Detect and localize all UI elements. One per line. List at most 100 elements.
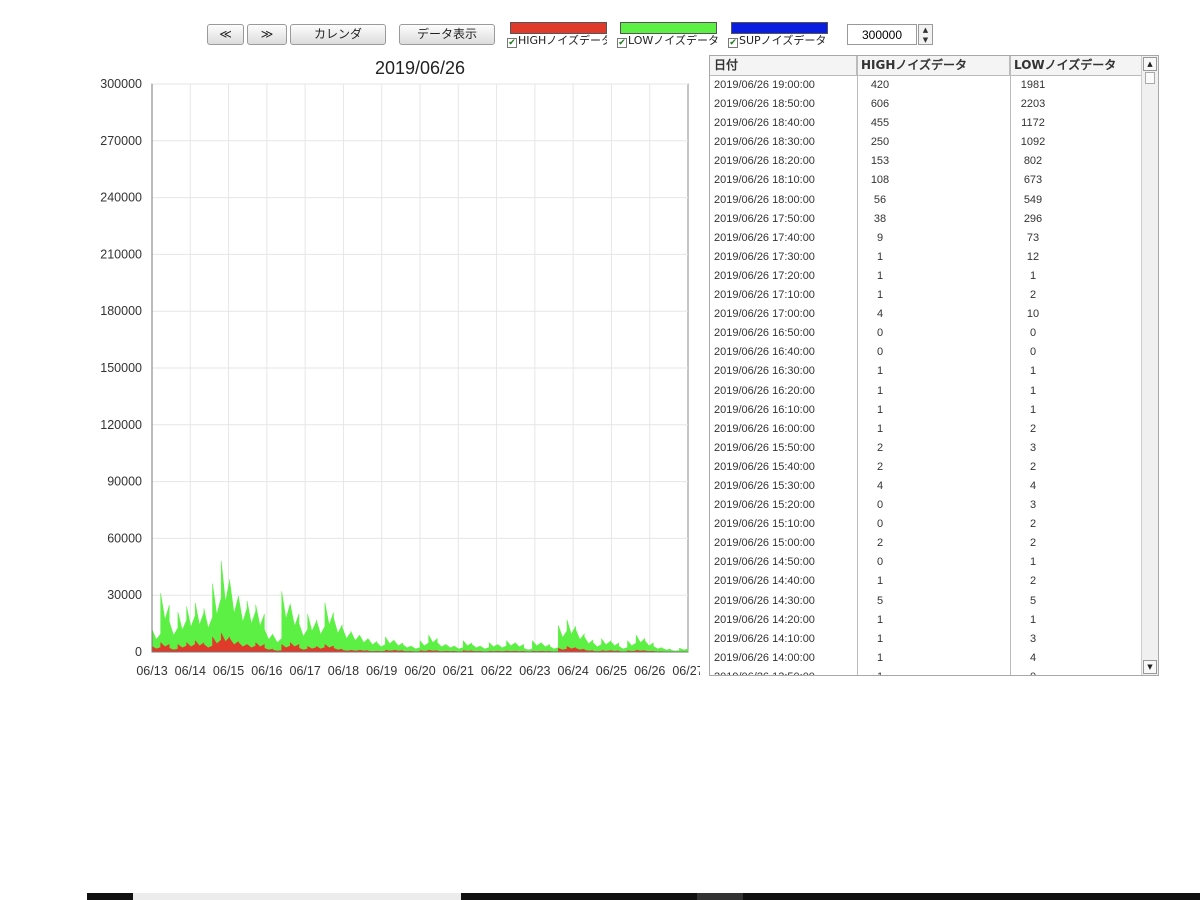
x-tick-label: 06/13 bbox=[136, 664, 167, 678]
stepper-buttons[interactable]: ▲ ▼ bbox=[918, 24, 933, 45]
low-noise-cell: 1 bbox=[1029, 384, 1037, 397]
data-table[interactable]: 日付 HIGHノイズデータ LOWノイズデータ 2019/06/26 19:00… bbox=[709, 55, 1159, 676]
date-cell: 2019/06/26 16:20:00 bbox=[714, 384, 815, 397]
date-cell: 2019/06/26 17:30:00 bbox=[714, 250, 815, 263]
low-noise-cell: 3 bbox=[1029, 632, 1037, 645]
scroll-up-icon[interactable]: ▲ bbox=[1143, 57, 1157, 71]
table-body: 2019/06/26 19:00:00 420 1981 2019/06/26 18:… bbox=[710, 76, 1142, 675]
low-noise-cell: 2 bbox=[1029, 422, 1037, 435]
low-noise-cell: 0 bbox=[1013, 668, 1053, 675]
table-scrollbar[interactable]: ▲ ▼ bbox=[1141, 56, 1158, 675]
date-cell: 2019/06/26 14:50:00 bbox=[714, 556, 815, 569]
date-cell: 2019/06/26 17:20:00 bbox=[714, 269, 815, 282]
low-noise-cell: 673 bbox=[1023, 174, 1043, 187]
sup-noise-toggle[interactable]: ✔ SUPノイズデータ bbox=[728, 34, 832, 48]
low-noise-cell: 73 bbox=[1026, 231, 1040, 244]
scroll-thumb[interactable] bbox=[1145, 72, 1155, 84]
stepper-down-icon[interactable]: ▼ bbox=[919, 35, 932, 45]
low-noise-cell: 1981 bbox=[1020, 79, 1046, 91]
table-row[interactable]: 2019/06/26 17:00:00 4 10 bbox=[710, 305, 1142, 324]
low-noise-cell: 2 bbox=[1029, 518, 1037, 531]
low-noise-cell: 5 bbox=[1029, 594, 1037, 607]
date-cell: 2019/06/26 17:40:00 bbox=[714, 231, 815, 244]
table-row[interactable]: 2019/06/26 18:50:00 606 2203 bbox=[710, 95, 1142, 114]
table-row[interactable]: 2019/06/26 17:10:00 1 2 bbox=[710, 286, 1142, 305]
table-row[interactable]: 2019/06/26 14:20:00 1 1 bbox=[710, 611, 1142, 630]
x-tick-label: 06/24 bbox=[558, 664, 589, 678]
high-noise-cell: 1 bbox=[876, 365, 884, 378]
table-row[interactable]: 2019/06/26 17:50:00 38 296 bbox=[710, 210, 1142, 229]
table-row[interactable]: 2019/06/26 15:50:00 2 3 bbox=[710, 439, 1142, 458]
high-noise-cell: 4 bbox=[876, 308, 884, 321]
table-row[interactable]: 2019/06/26 14:10:00 1 3 bbox=[710, 630, 1142, 649]
date-cell: 2019/06/26 14:20:00 bbox=[714, 613, 815, 626]
high-noise-cell: 1 bbox=[876, 613, 884, 626]
table-row[interactable]: 2019/06/26 17:30:00 1 12 bbox=[710, 248, 1142, 267]
ymax-input[interactable] bbox=[847, 24, 917, 45]
table-row[interactable]: 2019/06/26 14:30:00 5 5 bbox=[710, 592, 1142, 611]
checkbox-icon[interactable]: ✔ bbox=[728, 38, 738, 48]
x-tick-label: 06/23 bbox=[519, 664, 550, 678]
date-cell: 2019/06/26 18:20:00 bbox=[714, 155, 815, 168]
y-tick-label: 180000 bbox=[100, 304, 142, 318]
ymax-stepper[interactable]: ▲ ▼ bbox=[847, 24, 933, 45]
table-row[interactable]: 2019/06/26 15:00:00 2 2 bbox=[710, 534, 1142, 553]
low-noise-cell: 1 bbox=[1029, 613, 1037, 626]
x-tick-label: 06/21 bbox=[443, 664, 474, 678]
bottom-bar-segment bbox=[697, 893, 743, 900]
table-row[interactable]: 2019/06/26 18:20:00 153 802 bbox=[710, 152, 1142, 171]
low-noise-cell: 10 bbox=[1026, 308, 1040, 321]
table-row[interactable]: 2019/06/26 14:00:00 1 4 bbox=[710, 649, 1142, 668]
table-row[interactable]: 2019/06/26 15:20:00 0 3 bbox=[710, 496, 1142, 515]
high-noise-cell: 2 bbox=[876, 537, 884, 550]
date-cell: 2019/06/26 14:40:00 bbox=[714, 575, 815, 588]
column-header-high[interactable]: HIGHノイズデータ bbox=[857, 56, 1010, 76]
stepper-up-icon[interactable]: ▲ bbox=[919, 25, 932, 35]
table-row[interactable]: 2019/06/26 16:30:00 1 1 bbox=[710, 362, 1142, 381]
table-row[interactable]: 2019/06/26 17:20:00 1 1 bbox=[710, 267, 1142, 286]
x-tick-label: 06/26 bbox=[634, 664, 665, 678]
table-row[interactable]: 2019/06/26 16:10:00 1 1 bbox=[710, 401, 1142, 420]
table-row[interactable]: 2019/06/26 18:00:00 56 549 bbox=[710, 191, 1142, 210]
table-row[interactable]: 2019/06/26 16:00:00 1 2 bbox=[710, 420, 1142, 439]
high-noise-cell: 0 bbox=[876, 556, 884, 569]
date-cell: 2019/06/26 17:00:00 bbox=[714, 308, 815, 321]
scroll-down-icon[interactable]: ▼ bbox=[1143, 660, 1157, 674]
date-cell: 2019/06/26 17:50:00 bbox=[714, 212, 815, 225]
column-header-date[interactable]: 日付 bbox=[710, 56, 857, 76]
table-row[interactable]: 2019/06/26 17:40:00 9 73 bbox=[710, 229, 1142, 248]
table-row[interactable]: 2019/06/26 15:40:00 2 2 bbox=[710, 458, 1142, 477]
y-tick-label: 0 bbox=[135, 645, 142, 659]
table-row[interactable]: 2019/06/26 18:10:00 108 673 bbox=[710, 171, 1142, 190]
table-row[interactable]: 2019/06/26 19:00:00 420 1981 bbox=[710, 76, 1142, 95]
high-noise-cell: 1 bbox=[876, 422, 884, 435]
low-noise-cell: 3 bbox=[1029, 499, 1037, 512]
x-tick-label: 06/18 bbox=[328, 664, 359, 678]
high-noise-cell: 1 bbox=[876, 632, 884, 645]
y-tick-label: 90000 bbox=[107, 475, 142, 489]
table-row[interactable]: 2019/06/26 15:10:00 0 2 bbox=[710, 515, 1142, 534]
table-row[interactable]: 2019/06/26 18:30:00 250 1092 bbox=[710, 133, 1142, 152]
date-cell: 2019/06/26 14:00:00 bbox=[714, 651, 815, 664]
column-header-low[interactable]: LOWノイズデータ bbox=[1010, 56, 1142, 76]
x-tick-label: 06/15 bbox=[213, 664, 244, 678]
bottom-bar-segment bbox=[133, 893, 461, 900]
table-row[interactable]: 2019/06/26 14:40:00 1 2 bbox=[710, 572, 1142, 591]
low-noise-cell: 4 bbox=[1029, 479, 1037, 492]
high-noise-cell: 1 bbox=[876, 289, 884, 302]
date-cell: 2019/06/26 15:50:00 bbox=[714, 441, 815, 454]
table-row[interactable]: 2019/06/26 16:40:00 0 0 bbox=[710, 343, 1142, 362]
x-tick-label: 06/16 bbox=[251, 664, 282, 678]
high-noise-cell: 2 bbox=[876, 441, 884, 454]
table-row[interactable]: 2019/06/26 18:40:00 455 1172 bbox=[710, 114, 1142, 133]
date-cell: 2019/06/26 18:00:00 bbox=[714, 193, 815, 206]
table-row[interactable]: 2019/06/26 14:50:00 0 1 bbox=[710, 553, 1142, 572]
table-row[interactable]: 2019/06/26 16:50:00 0 0 bbox=[710, 324, 1142, 343]
table-row[interactable]: 2019/06/26 13:50:00 1 0 bbox=[710, 668, 1142, 675]
table-row[interactable]: 2019/06/26 16:20:00 1 1 bbox=[710, 382, 1142, 401]
high-noise-cell: 0 bbox=[876, 327, 884, 340]
table-row[interactable]: 2019/06/26 15:30:00 4 4 bbox=[710, 477, 1142, 496]
high-noise-cell: 153 bbox=[870, 155, 890, 168]
y-tick-label: 300000 bbox=[100, 77, 142, 91]
high-noise-cell: 5 bbox=[876, 594, 884, 607]
